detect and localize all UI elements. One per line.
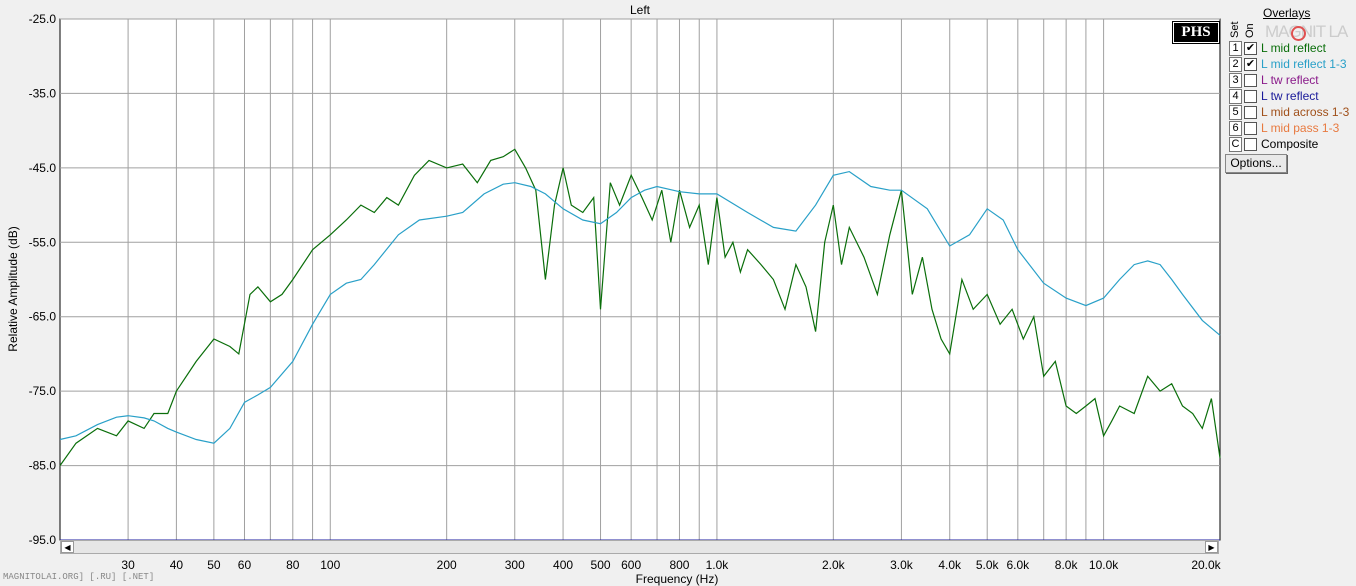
y-axis-label: Relative Amplitude (dB) xyxy=(6,226,20,351)
x-tick-label: 500 xyxy=(591,558,611,572)
overlay-checkbox[interactable]: ✔ xyxy=(1244,57,1257,71)
logo-circle-icon xyxy=(1291,26,1306,41)
x-tick-label: 4.0k xyxy=(938,558,962,572)
y-tick-label: -35.0 xyxy=(29,86,57,100)
watermark: MAGNITOLAI.ORG] [.RU] [.NET] xyxy=(3,572,155,582)
overlay-label: L tw reflect xyxy=(1261,73,1319,87)
overlay-label: Composite xyxy=(1261,137,1319,151)
phs-badge: PHS xyxy=(1172,21,1220,44)
overlay-checkbox[interactable]: ✔ xyxy=(1244,41,1257,55)
frequency-response-chart: -25.0 -35.0 -45.0 -55.0 -65.0 -75.0 -85.0 -95.0… xyxy=(6,3,1222,586)
x-tick-label: 6.0k xyxy=(1006,558,1030,572)
x-tick-label: 1.0k xyxy=(706,558,730,572)
overlay-checkbox[interactable] xyxy=(1244,121,1257,135)
y-tick-label: -25.0 xyxy=(29,12,57,26)
set-column-header: Set xyxy=(1229,21,1241,38)
x-tick-label: 800 xyxy=(669,558,689,572)
x-tick-label: 100 xyxy=(320,558,340,572)
x-tick-label: 8.0k xyxy=(1055,558,1079,572)
x-tick-label: 10.0k xyxy=(1089,558,1119,572)
y-tick-label: -65.0 xyxy=(29,310,57,324)
x-tick-label: 60 xyxy=(238,558,252,572)
overlay-row: 3 L tw reflect xyxy=(1229,72,1319,88)
overlay-label: L mid reflect xyxy=(1261,41,1326,55)
overlay-checkbox[interactable] xyxy=(1244,73,1257,87)
overlay-set-button[interactable]: C xyxy=(1229,136,1242,152)
overlay-row: 4 L tw reflect xyxy=(1229,88,1319,104)
overlay-label: L tw reflect xyxy=(1261,89,1319,103)
overlay-set-button[interactable]: 6 xyxy=(1229,120,1242,136)
y-tick-label: -45.0 xyxy=(29,161,57,175)
overlay-set-button[interactable]: 1 xyxy=(1229,40,1242,56)
x-tick-label: 2.0k xyxy=(822,558,846,572)
plot-area xyxy=(59,18,1221,541)
y-tick-label: -55.0 xyxy=(29,235,57,249)
overlay-row: 6 L mid pass 1-3 xyxy=(1229,120,1339,136)
horizontal-scrollbar[interactable]: ◀ ▶ xyxy=(60,540,1219,554)
x-tick-label: 3.0k xyxy=(890,558,914,572)
on-column-header: On xyxy=(1244,23,1256,38)
overlay-row: 5 L mid across 1-3 xyxy=(1229,104,1349,120)
overlay-row: 2 ✔ L mid reflect 1-3 xyxy=(1229,56,1347,72)
x-tick-label: 20.0k xyxy=(1191,558,1221,572)
x-tick-label: 50 xyxy=(207,558,221,572)
x-tick-label: 40 xyxy=(170,558,184,572)
overlays-title: Overlays xyxy=(1263,6,1311,20)
x-tick-label: 600 xyxy=(621,558,641,572)
x-tick-labels: 30 40 50 60 80 100 200 300 400 500 600 800 1.0k 2.0k 3… xyxy=(121,558,1221,572)
overlay-label: L mid pass 1-3 xyxy=(1261,121,1340,135)
overlay-set-button[interactable]: 4 xyxy=(1229,88,1242,104)
x-tick-label: 5.0k xyxy=(976,558,1000,572)
overlay-set-button[interactable]: 3 xyxy=(1229,72,1242,88)
x-tick-label: 400 xyxy=(553,558,573,572)
overlay-checkbox[interactable] xyxy=(1244,89,1257,103)
y-tick-labels: -25.0 -35.0 -45.0 -55.0 -65.0 -75.0 -85.0 -95.0 xyxy=(29,12,57,547)
x-tick-label: 300 xyxy=(505,558,525,572)
overlays-panel: Overlays Set On MAGNIT LA 1 ✔ L mid reflec… xyxy=(1225,0,1356,586)
overlay-label: L mid across 1-3 xyxy=(1261,105,1350,119)
overlay-set-button[interactable]: 2 xyxy=(1229,56,1242,72)
y-tick-label: -95.0 xyxy=(29,533,57,547)
overlay-checkbox[interactable] xyxy=(1244,137,1257,151)
x-tick-label: 30 xyxy=(121,558,135,572)
x-tick-label: 200 xyxy=(437,558,457,572)
overlay-set-button[interactable]: 5 xyxy=(1229,104,1242,120)
magnitola-logo: MAGNIT LA xyxy=(1265,22,1348,41)
y-tick-label: -85.0 xyxy=(29,459,57,473)
overlay-label: L mid reflect 1-3 xyxy=(1261,57,1347,71)
scroll-right-arrow[interactable]: ▶ xyxy=(1205,541,1218,553)
overlay-row: 1 ✔ L mid reflect xyxy=(1229,40,1326,56)
chart-title: Left xyxy=(630,3,651,17)
x-tick-label: 80 xyxy=(286,558,300,572)
overlay-row: C Composite xyxy=(1229,136,1318,152)
scroll-left-arrow[interactable]: ◀ xyxy=(61,541,74,553)
overlay-checkbox[interactable] xyxy=(1244,105,1257,119)
options-button[interactable]: Options... xyxy=(1225,154,1287,173)
y-tick-label: -75.0 xyxy=(29,384,57,398)
x-axis-label: Frequency (Hz) xyxy=(636,572,719,586)
